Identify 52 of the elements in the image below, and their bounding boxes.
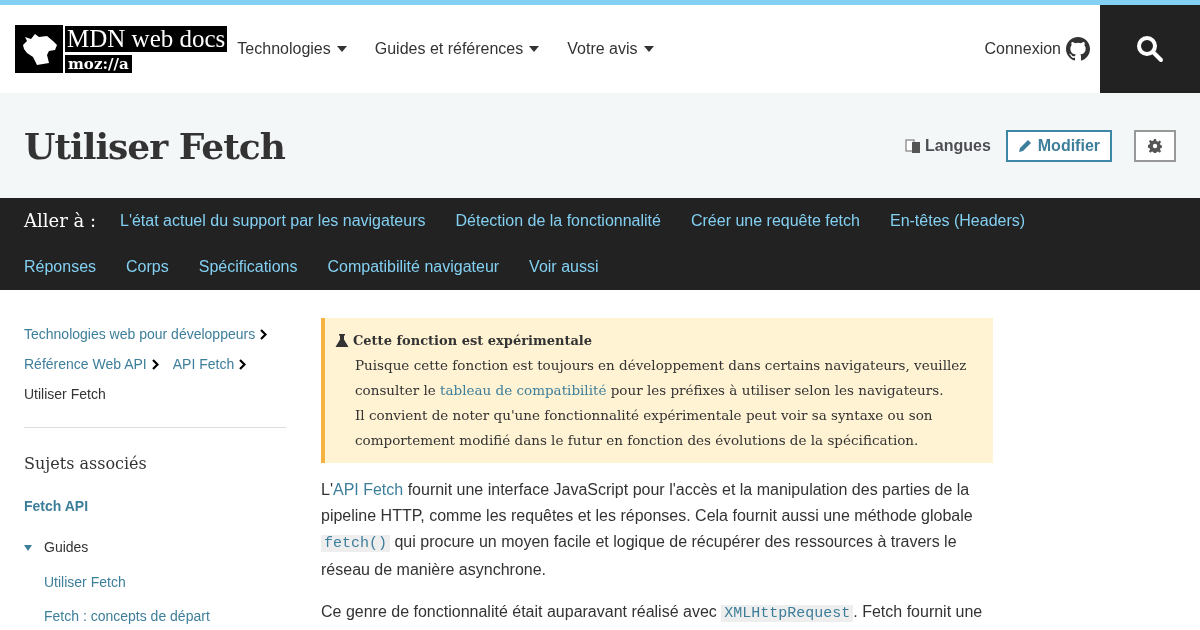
notice-text: Il convient de noter qu'une fonctionnalité expérimentale peut voir sa syntaxe ou son comportement modifié dans le futur en fonction des évolutions de la spécification.	[355, 406, 934, 450]
inline-link[interactable]: API Fetch	[332, 481, 404, 498]
nav-menu[interactable]: Technologies	[237, 37, 347, 61]
jump-label: Aller à :	[24, 209, 96, 233]
nav-menu[interactable]: Guides et références	[374, 37, 540, 61]
inline-code: XMLHttpRequest	[721, 605, 854, 622]
nav-menu[interactable]: Votre avis	[567, 37, 654, 61]
page-title: Utiliser Fetch	[24, 123, 285, 169]
jump-link[interactable]: En-têtes (Headers)	[889, 198, 1026, 244]
caret-icon	[336, 46, 347, 52]
search-button[interactable]	[1100, 5, 1200, 93]
inline-code: fetch()	[321, 535, 390, 552]
breadcrumb-link[interactable]: API Fetch	[172, 354, 235, 375]
logo-wordmark: MDN web docs	[65, 25, 228, 52]
jump-link[interactable]: Détection de la fonctionnalité	[455, 198, 661, 244]
chevron-right-icon	[239, 359, 247, 370]
flask-icon	[335, 333, 349, 348]
settings-button[interactable]	[1134, 129, 1176, 162]
sidebar-link[interactable]: Fetch : concepts de départ	[44, 606, 286, 627]
chevron-right-icon	[151, 359, 159, 370]
breadcrumb-current: Utiliser Fetch	[24, 385, 106, 404]
login-link[interactable]: Connexion	[984, 37, 1090, 61]
jump-link[interactable]: L'état actuel du support par les navigateurs	[120, 198, 426, 244]
inline-link[interactable]: tableau de compatibilité	[440, 382, 607, 398]
sidebar-group-toggle[interactable]: Guides	[24, 537, 89, 558]
pencil-icon	[1017, 138, 1032, 153]
mdn-logo[interactable]: MDN web docs moz://a	[15, 25, 228, 73]
caret-icon	[529, 46, 540, 52]
jump-link[interactable]: Voir aussi	[529, 244, 599, 290]
body-paragraph: L'API Fetch fournit une interface JavaScript pour l'accès et la manipulation des parties de la pipeline HTTP, comme les requêtes et les réponses. Cela fournit aussi une méthode globale fetch() qui procure un moyen facile et logique de récupérer des ressources à travers le réseau de manière asynchrone.	[321, 480, 974, 580]
chevron-right-icon	[260, 329, 268, 340]
sidebar-heading: Sujets associés	[24, 453, 148, 475]
caret-icon	[643, 46, 654, 52]
body-paragraph: Ce genre de fonctionnalité était auparavant réalisé avec XMLHttpRequest . Fetch fournit une	[321, 602, 984, 624]
breadcrumb-link[interactable]: Référence Web API	[24, 354, 147, 375]
search-icon	[1136, 35, 1164, 63]
languages-link[interactable]: Langues	[905, 133, 991, 158]
settings-icon	[1148, 138, 1162, 153]
notice-title: Cette fonction est expérimentale	[353, 332, 593, 350]
edit-button[interactable]: Modifier	[1005, 129, 1112, 162]
jump-link[interactable]: Corps	[126, 244, 169, 290]
breadcrumb-link[interactable]: Technologies web pour développeurs	[24, 324, 256, 345]
github-icon	[1066, 37, 1090, 61]
logo-org: moz://a	[65, 54, 132, 73]
notice-text: Puisque cette fonction est toujours en développement dans certains navigateurs, veuillez consulter le tableau de compatibilité pour les préfixes à utiliser selon les navigateurs.	[355, 356, 968, 400]
triangle-down-icon	[24, 544, 32, 551]
sidebar-section-link[interactable]: Fetch API	[24, 496, 286, 517]
jump-link[interactable]: Compatibilité navigateur	[327, 244, 500, 290]
jump-link[interactable]: Créer une requête fetch	[690, 198, 860, 244]
jump-link[interactable]: Spécifications	[198, 244, 298, 290]
jump-link[interactable]: Réponses	[24, 244, 97, 290]
sidebar-link[interactable]: Utiliser Fetch	[44, 572, 286, 593]
